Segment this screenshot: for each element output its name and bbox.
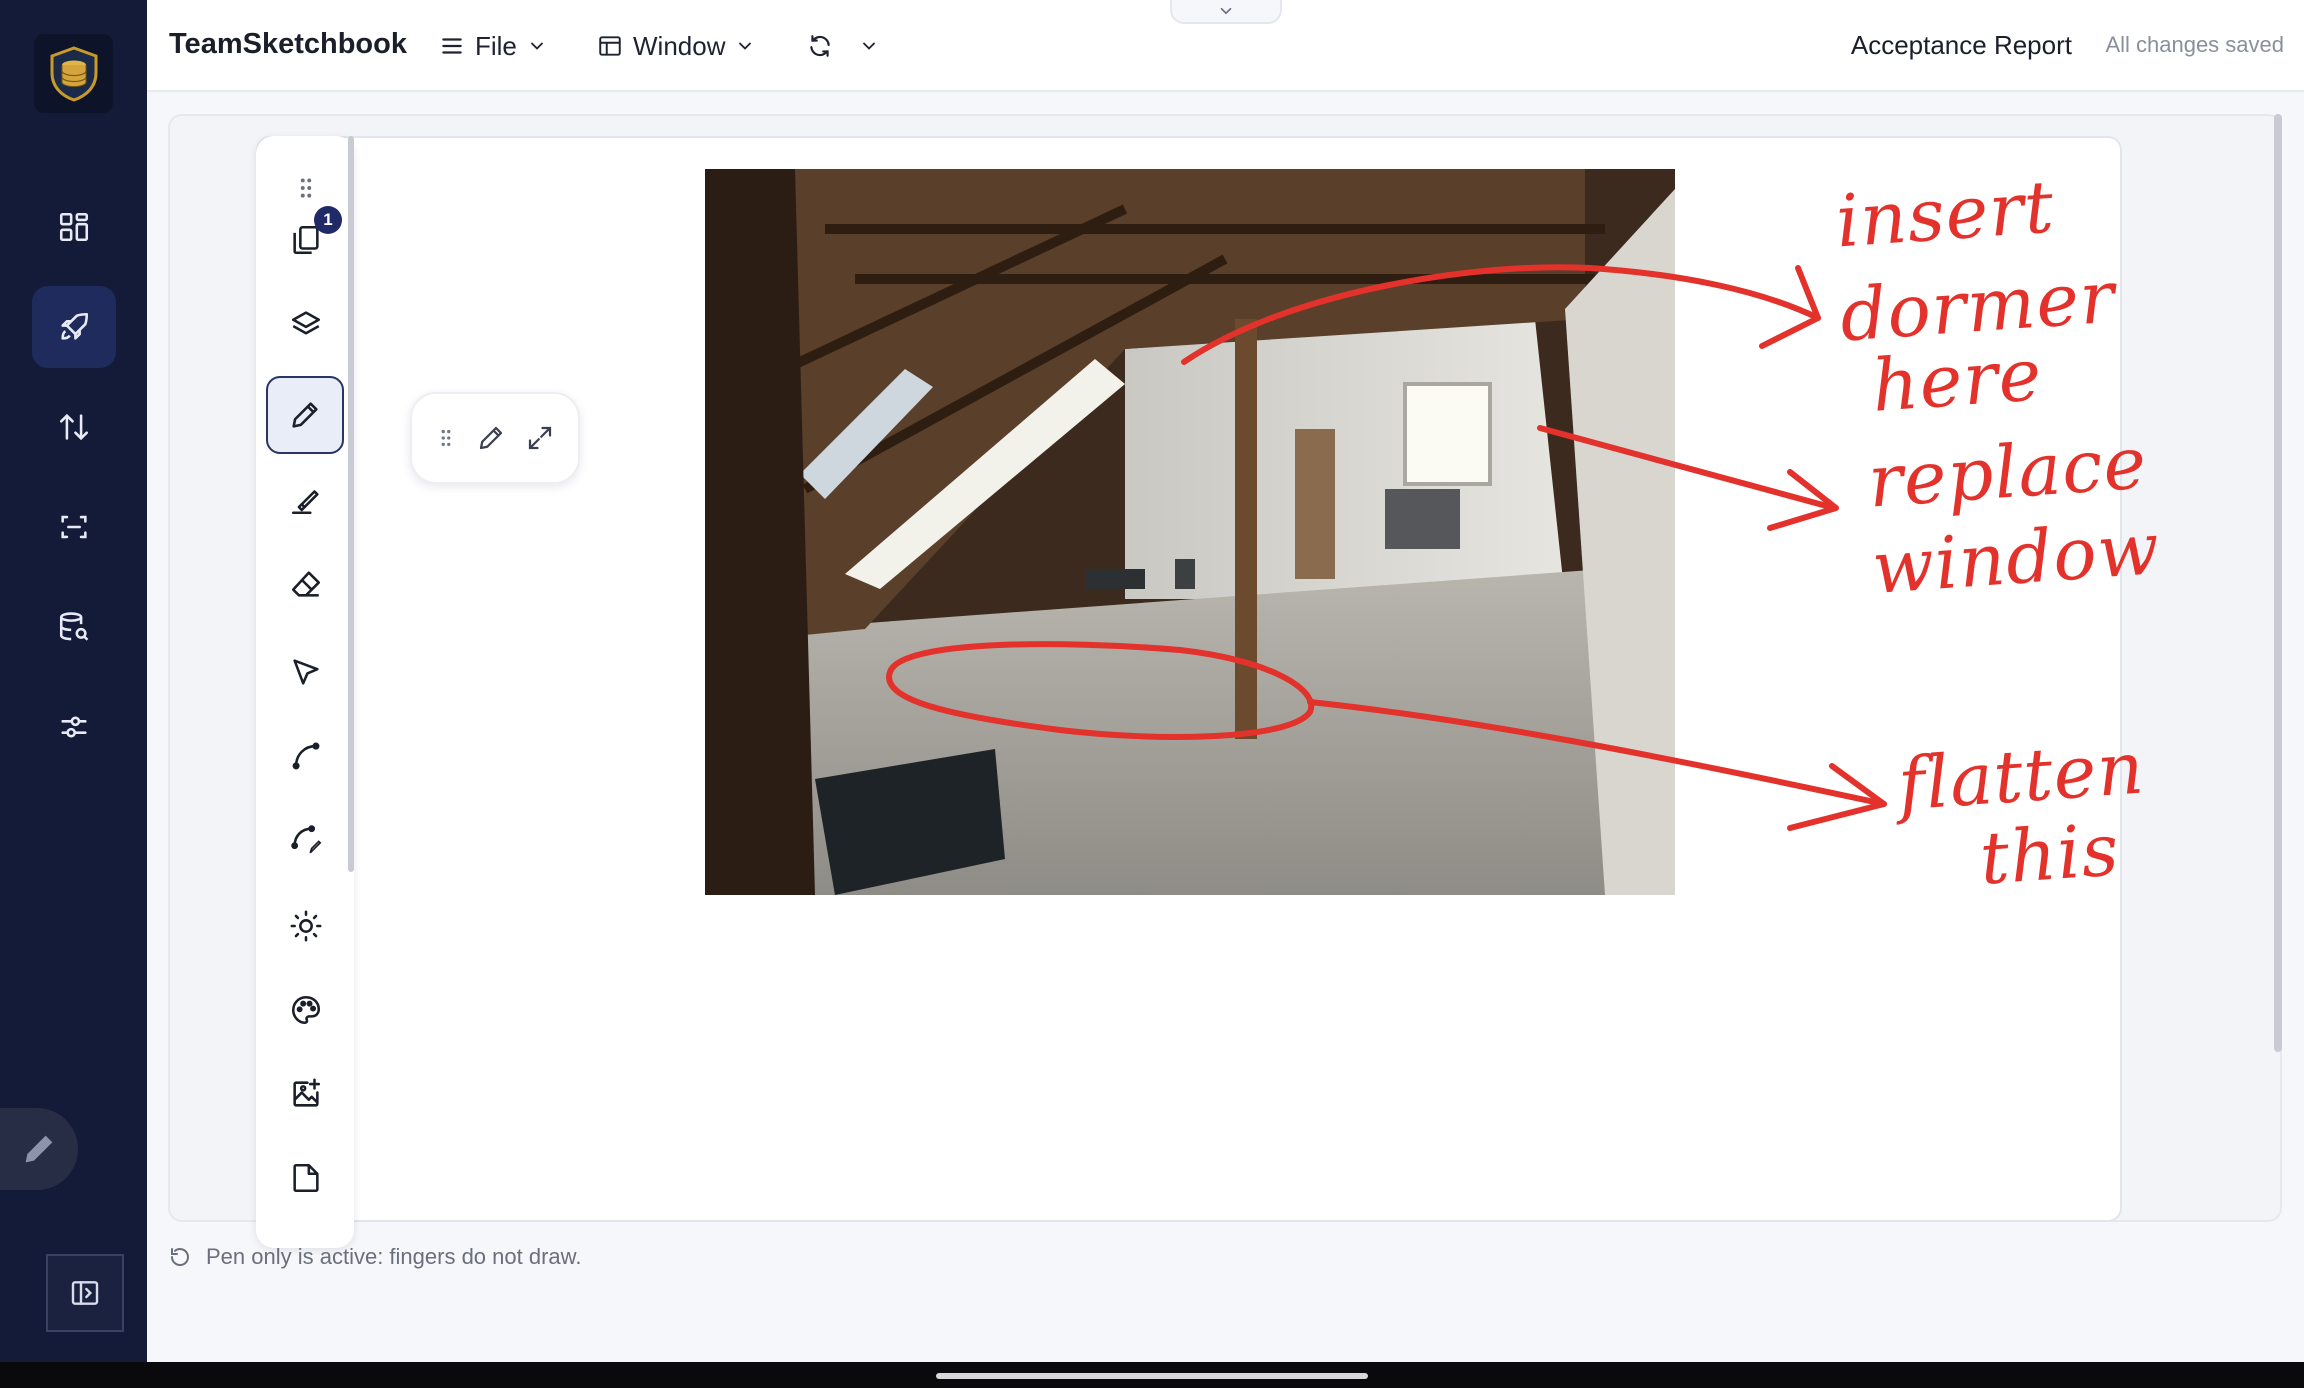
layers-icon: [291, 311, 321, 335]
chevron-down-icon: [739, 42, 752, 50]
sync-refresh-icon: [810, 35, 830, 57]
app-title: TeamSketchbook: [169, 28, 407, 60]
eraser-icon: [291, 571, 321, 597]
pages-count-badge: 1: [314, 206, 342, 234]
rail-sort-button[interactable]: [32, 386, 116, 468]
grip-icon: [300, 178, 312, 198]
eraser-tool[interactable]: [268, 546, 344, 622]
palette-scrollbar[interactable]: [348, 136, 354, 872]
top-pull-tab[interactable]: [1170, 0, 1282, 24]
add-image-icon: [293, 1078, 321, 1107]
chevron-down-icon: [863, 42, 875, 50]
attic-photo-image: [705, 169, 1675, 895]
hamburger-menu-icon: [442, 38, 462, 54]
file-menu-label: File: [475, 30, 517, 61]
save-status: All changes saved: [2105, 32, 2284, 57]
highlighter-tool[interactable]: [268, 462, 344, 538]
expand-icon: [528, 426, 551, 450]
expand-toolbar-button[interactable]: [525, 423, 555, 453]
curve-edit-tool[interactable]: [268, 802, 344, 878]
scan-icon: [61, 515, 87, 539]
blank-page-icon: [293, 1163, 319, 1193]
annotation-text-window: window: [1869, 506, 2163, 610]
annotation-text-insert: insert: [1833, 164, 2057, 264]
sidebar-toggle-button[interactable]: [46, 1254, 124, 1332]
sidebar-expand-icon: [71, 1281, 99, 1305]
quick-draw-button[interactable]: [0, 1108, 78, 1190]
annotation-text-here: here: [1869, 332, 2045, 428]
attic-photo[interactable]: [705, 169, 1675, 895]
annotation-text-replace: replace: [1865, 420, 2150, 524]
sort-arrows-icon: [59, 413, 89, 441]
color-tool[interactable]: [268, 972, 344, 1048]
rail-dashboard-button[interactable]: [32, 186, 116, 268]
highlighter-icon: [291, 490, 319, 515]
pen-mode-text: Pen only is active: fingers do not draw.: [206, 1244, 582, 1269]
document-title[interactable]: Acceptance Report: [1851, 30, 2072, 61]
app-rail: [0, 0, 147, 1362]
pencil-icon: [25, 1135, 53, 1163]
toolbar-drag-handle[interactable]: [435, 427, 457, 449]
pen-settings-button[interactable]: [476, 423, 506, 453]
chevron-down-icon: [1220, 7, 1232, 15]
pen-icon: [479, 426, 503, 450]
annotation-text-this: this: [1977, 807, 2123, 901]
select-pointer-icon: [293, 659, 319, 685]
undo-rotate-icon: [170, 1248, 189, 1266]
rail-launch-button[interactable]: [32, 286, 116, 368]
rail-database-button[interactable]: [32, 586, 116, 668]
file-menu[interactable]: File: [439, 24, 547, 68]
floating-pen-toolbar: [410, 392, 580, 484]
shield-database-logo-icon: [50, 45, 97, 102]
database-search-icon: [59, 612, 89, 641]
curve-edit-icon: [291, 825, 322, 854]
chevron-down-icon: [530, 42, 543, 50]
sliders-icon: [61, 716, 87, 738]
sync-menu[interactable]: [807, 24, 879, 68]
brightness-icon: [290, 910, 322, 942]
canvas-scrollbar[interactable]: [2274, 114, 2282, 1052]
tool-palette: 1: [256, 136, 354, 1248]
pages-tool[interactable]: 1: [268, 202, 344, 278]
layers-tool[interactable]: [268, 286, 344, 362]
curve-icon: [292, 742, 320, 770]
rocket-icon: [61, 312, 89, 340]
pen-mode-note: Pen only is active: fingers do not draw.: [168, 1244, 581, 1270]
brightness-tool[interactable]: [268, 888, 344, 964]
rail-settings-button[interactable]: [32, 686, 116, 768]
dashboard-icon: [59, 212, 89, 242]
add-image-tool[interactable]: [268, 1056, 344, 1132]
pen-icon: [292, 402, 318, 428]
pen-tool[interactable]: [266, 376, 344, 454]
palette-icon: [291, 995, 321, 1025]
grip-icon: [441, 429, 451, 447]
window-menu-label: Window: [633, 30, 726, 61]
select-tool[interactable]: [268, 634, 344, 710]
home-indicator[interactable]: [936, 1373, 1368, 1379]
blank-page-tool[interactable]: [268, 1140, 344, 1216]
window-layout-icon: [599, 36, 621, 56]
rail-scan-button[interactable]: [32, 486, 116, 568]
window-menu[interactable]: Window: [597, 24, 755, 68]
app-logo[interactable]: [34, 34, 113, 113]
curve-tool[interactable]: [268, 718, 344, 794]
